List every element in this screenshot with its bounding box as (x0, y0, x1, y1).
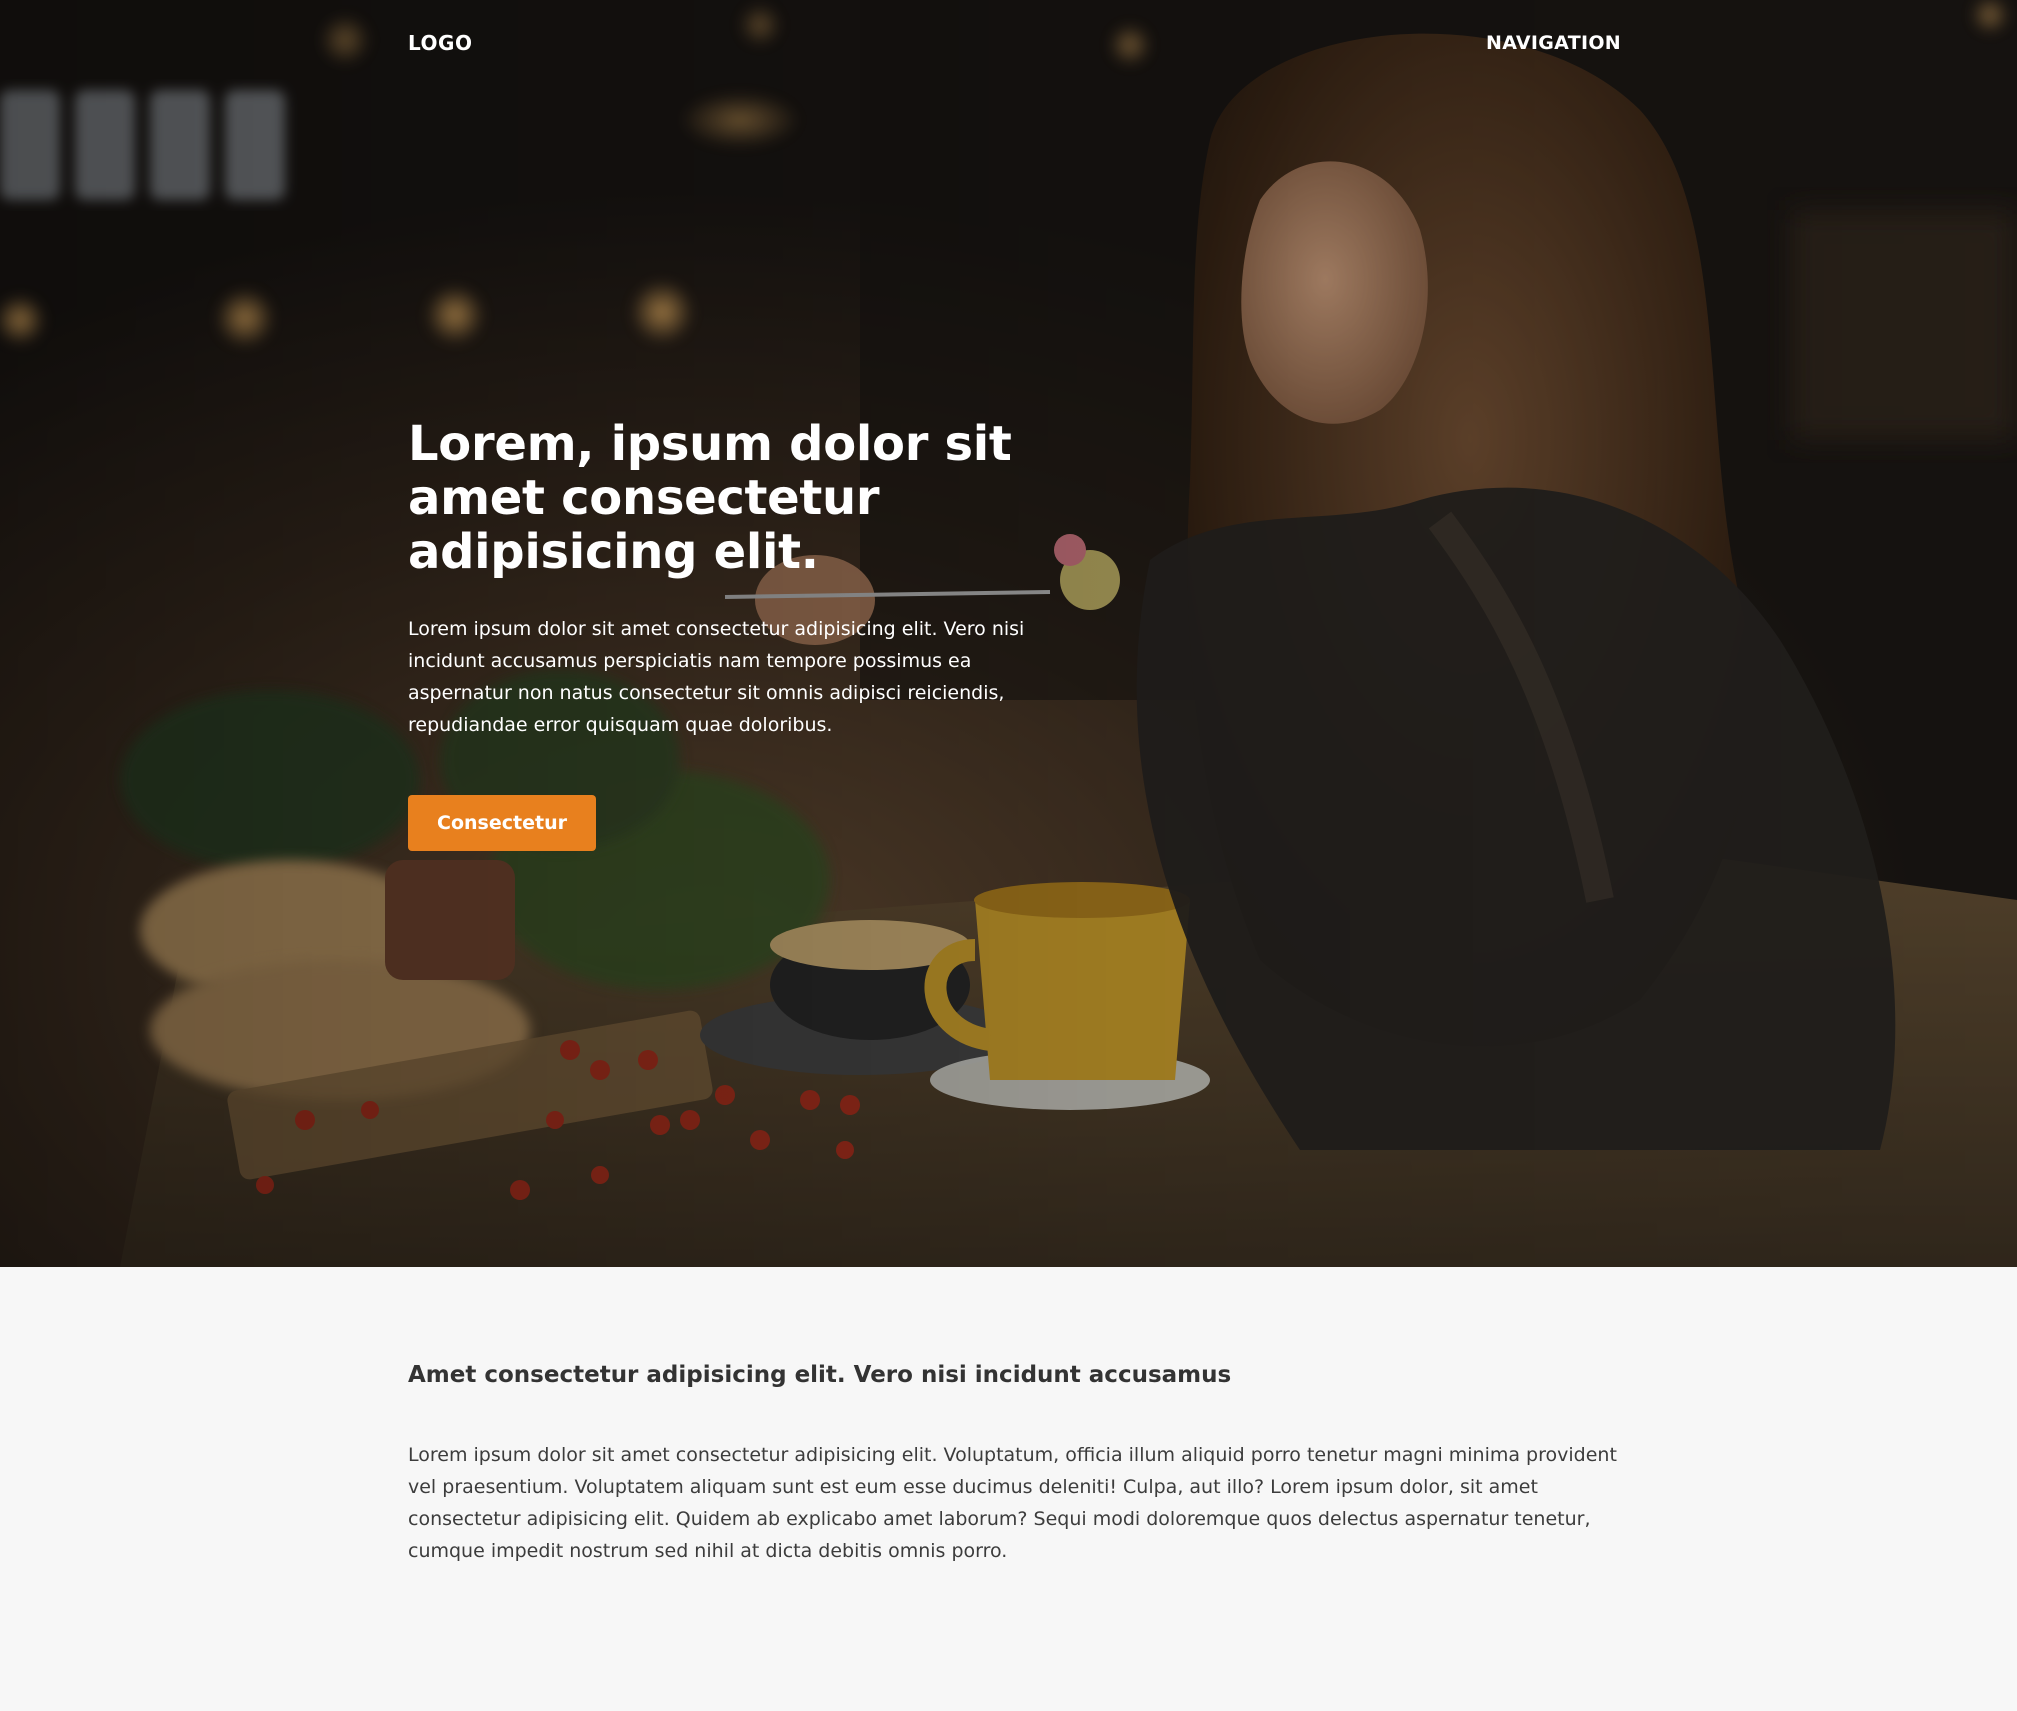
cta-button[interactable]: Consectetur (408, 795, 596, 851)
hero-description: Lorem ipsum dolor sit amet consectetur a… (408, 618, 1025, 736)
content-section: Amet consectetur adipisicing elit. Vero … (408, 1358, 1618, 1567)
hero-section: LOGO NAVIGATION Lorem, ipsum dolor sit a… (0, 0, 2017, 1267)
hero-copy: Lorem, ipsum dolor sit amet consectetur … (408, 417, 1038, 851)
hero-title: Lorem, ipsum dolor sit amet consectetur … (408, 416, 1012, 580)
section-heading: Amet consectetur adipisicing elit. Vero … (408, 1362, 1232, 1388)
navigation-link[interactable]: NAVIGATION (1486, 29, 1621, 57)
landing-page: LOGO NAVIGATION Lorem, ipsum dolor sit a… (0, 0, 2017, 1711)
logo-link[interactable]: LOGO (408, 29, 472, 57)
section-text: Lorem ipsum dolor sit amet consectetur a… (408, 1444, 1617, 1562)
